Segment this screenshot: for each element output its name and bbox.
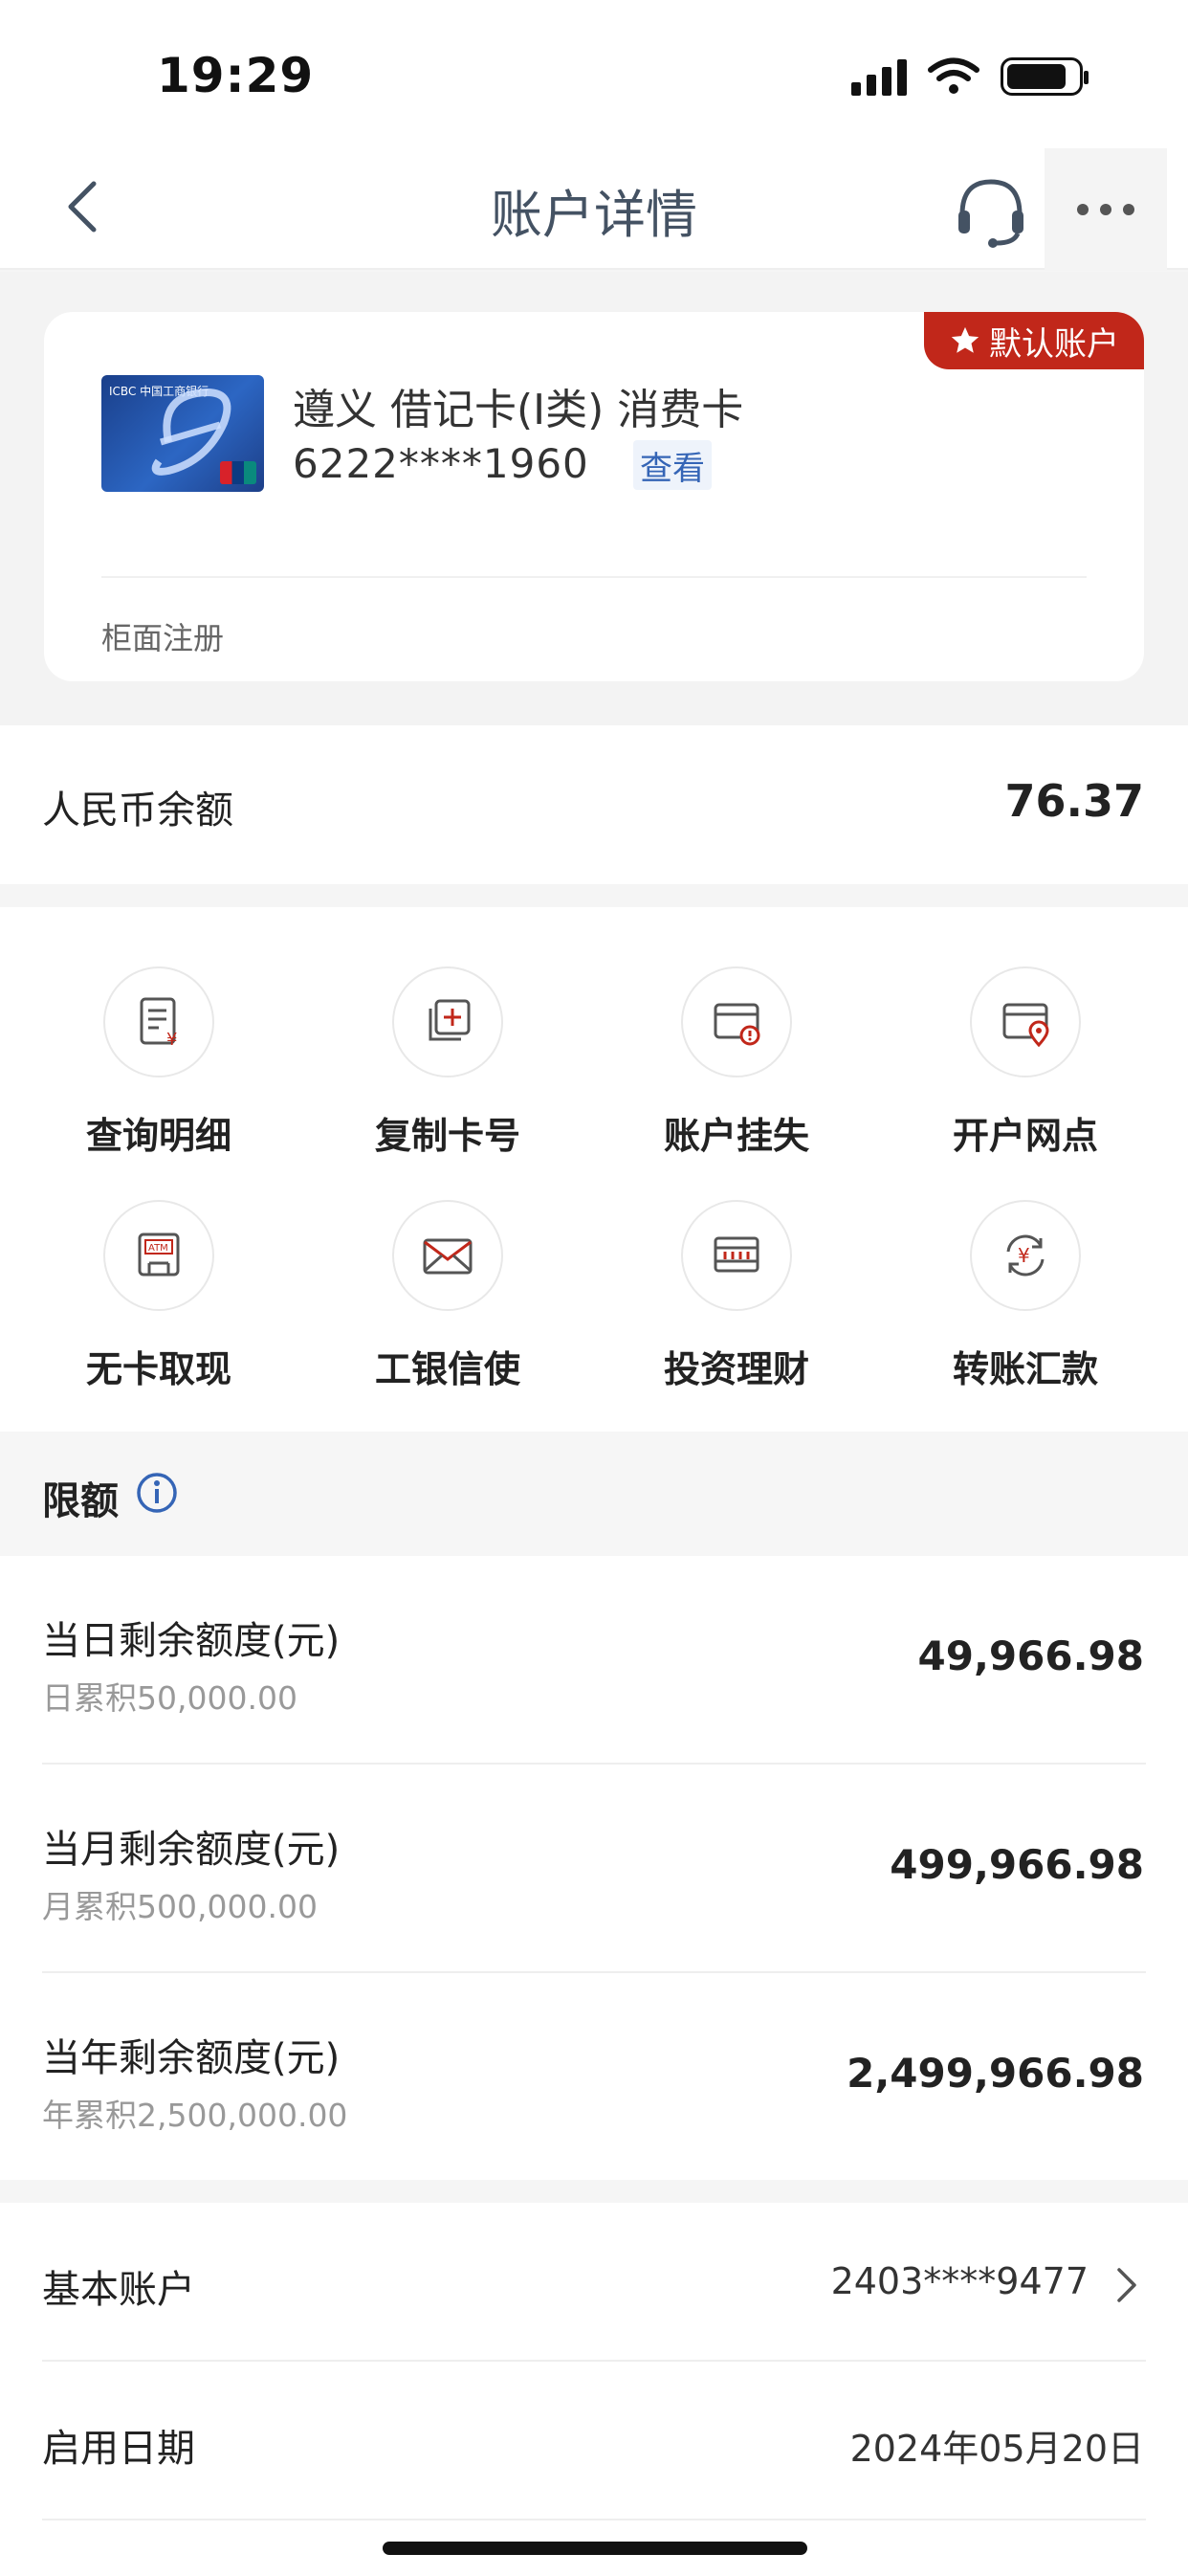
copy-card-icon [392, 966, 503, 1077]
function-label: 无卡取现 [85, 1348, 231, 1390]
statement-icon: ¥ [103, 966, 214, 1077]
limit-label: 当年剩余额度(元) [42, 2036, 341, 2080]
card-name: 遵义 借记卡(Ⅰ类) 消费卡 [293, 386, 744, 434]
balance-row: 人民币余额 76.37 [0, 725, 1188, 884]
limit-header: 限额 [0, 1432, 1188, 1556]
default-tag-label: 默认账户 [989, 324, 1119, 364]
chevron-right-icon [1117, 2268, 1136, 2302]
account-card: 默认账户 ICBC 中国工商银行 遵义 借记卡(Ⅰ类) 消费卡 6222****… [44, 312, 1144, 681]
limit-label: 当月剩余额度(元) [42, 1828, 341, 1872]
function-cardless-atm[interactable]: ATM 无卡取现 [15, 1141, 302, 1390]
transfer-icon: ¥ [970, 1200, 1081, 1311]
info-list: 基本账户 2403****9477 启用日期 2024年05月20日 [0, 2203, 1188, 2576]
balance-label: 人民币余额 [42, 788, 233, 833]
function-investment[interactable]: 投资理财 [593, 1141, 880, 1390]
status-bar: 19:29 [0, 0, 1188, 144]
status-icons [851, 57, 1089, 96]
limit-list: 当日剩余额度(元) 日累积50,000.00 49,966.98 当月剩余额度(… [0, 1556, 1188, 2180]
function-grid: ¥ 查询明细 复制卡号 账户挂失 开户网点 ATM 无卡取现 工银信使 投资理财… [0, 907, 1188, 1432]
report-loss-icon [681, 966, 792, 1077]
function-messenger[interactable]: 工银信使 [304, 1141, 591, 1390]
envelope-icon [392, 1200, 503, 1311]
card-number: 6222****1960 [293, 440, 589, 487]
balance-value: 76.37 [1004, 775, 1144, 827]
function-copy-card[interactable]: 复制卡号 [304, 907, 591, 1157]
limit-sub: 月累积500,000.00 [42, 1888, 318, 1925]
info-icon[interactable] [136, 1472, 178, 1514]
branch-location-icon [970, 966, 1081, 1077]
more-options-button[interactable] [1045, 148, 1167, 271]
bank-card-image: ICBC 中国工商银行 [101, 375, 264, 492]
function-report-loss[interactable]: 账户挂失 [593, 907, 880, 1157]
battery-icon [1001, 57, 1089, 96]
limit-row-daily: 当日剩余额度(元) 日累积50,000.00 49,966.98 [0, 1556, 1188, 1765]
start-date-row: 启用日期 2024年05月20日 [0, 2362, 1188, 2520]
start-date-value: 2024年05月20日 [849, 2428, 1144, 2470]
basic-account-value: 2403****9477 [830, 2260, 1089, 2302]
limit-value: 49,966.98 [917, 1632, 1144, 1679]
limit-row-monthly: 当月剩余额度(元) 月累积500,000.00 499,966.98 [0, 1765, 1188, 1973]
investment-icon [681, 1200, 792, 1311]
basic-account-label: 基本账户 [42, 2268, 195, 2312]
limit-value: 2,499,966.98 [847, 2050, 1144, 2097]
function-transfer[interactable]: ¥ 转账汇款 [882, 1141, 1169, 1390]
more-dot [1077, 204, 1089, 215]
customer-service-headset-icon[interactable] [953, 172, 1029, 249]
divider [42, 2519, 1146, 2520]
function-label: 工银信使 [374, 1348, 520, 1390]
svg-text:¥: ¥ [166, 1030, 177, 1050]
limit-label: 当日剩余额度(元) [42, 1619, 341, 1663]
limit-value: 499,966.98 [890, 1841, 1144, 1888]
more-dot [1100, 204, 1111, 215]
card-section: 默认账户 ICBC 中国工商银行 遵义 借记卡(Ⅰ类) 消费卡 6222****… [0, 272, 1188, 725]
cellular-signal-icon [851, 57, 907, 96]
more-dot [1123, 204, 1134, 215]
unionpay-logo [220, 461, 256, 484]
nav-bar: 账户详情 [0, 144, 1188, 271]
basic-account-row[interactable]: 基本账户 2403****9477 [0, 2203, 1188, 2362]
view-card-number-button[interactable]: 查看 [633, 440, 712, 490]
start-date-label: 启用日期 [42, 2427, 195, 2471]
divider [101, 576, 1087, 578]
limit-sub: 日累积50,000.00 [42, 1679, 297, 1717]
star-icon [951, 326, 979, 353]
default-account-tag: 默认账户 [924, 312, 1144, 369]
wifi-icon [928, 57, 979, 94]
home-indicator [383, 2542, 807, 2555]
limit-row-yearly: 当年剩余额度(元) 年累积2,500,000.00 2,499,966.98 [0, 1973, 1188, 2182]
svg-text:¥: ¥ [1018, 1244, 1030, 1267]
limit-sub: 年累积2,500,000.00 [42, 2097, 348, 2134]
status-time: 19:29 [157, 48, 315, 103]
function-label: 投资理财 [663, 1348, 809, 1390]
function-label: 转账汇款 [952, 1348, 1098, 1390]
atm-icon: ATM [103, 1200, 214, 1311]
limit-title: 限额 [42, 1479, 119, 1523]
function-branch[interactable]: 开户网点 [882, 907, 1169, 1157]
function-statement[interactable]: ¥ 查询明细 [15, 907, 302, 1157]
registration-channel: 柜面注册 [101, 620, 225, 656]
svg-text:ATM: ATM [148, 1243, 168, 1254]
